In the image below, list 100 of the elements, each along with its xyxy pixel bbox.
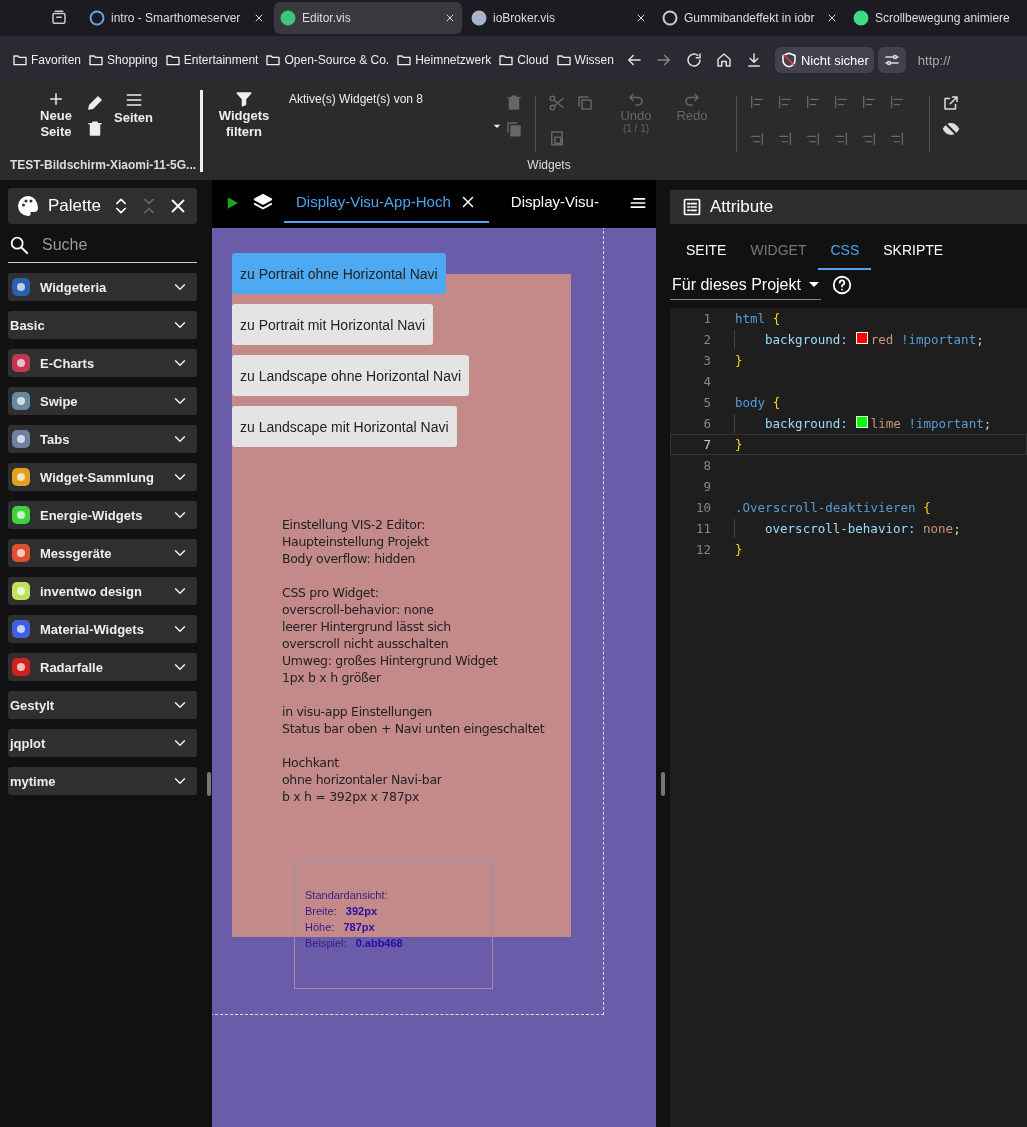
palette-category[interactable]: Tabs xyxy=(8,425,197,453)
palette-category[interactable]: mytime xyxy=(8,767,197,795)
plus-icon xyxy=(47,90,65,108)
folder-icon xyxy=(265,52,282,68)
site-icon xyxy=(471,10,487,26)
external-link-icon[interactable] xyxy=(942,94,960,112)
bookmark[interactable]: Entertainment xyxy=(164,52,259,68)
palette-category[interactable]: jqplot xyxy=(8,729,197,757)
new-page-button[interactable]: Neue Seite xyxy=(36,90,76,152)
browser-tab[interactable]: Editor.vis xyxy=(274,2,462,34)
line-number: 1 xyxy=(702,311,712,326)
bookmark[interactable]: Cloud xyxy=(498,52,549,68)
code-token: ; xyxy=(983,416,992,431)
palette-category[interactable]: E-Charts xyxy=(8,349,197,377)
trash-icon[interactable] xyxy=(86,120,104,138)
align-left-icon[interactable] xyxy=(749,94,765,110)
code-token: !important xyxy=(907,416,984,431)
bookmark[interactable]: Wissen xyxy=(555,52,614,68)
code-token: } xyxy=(735,353,743,368)
browser-tab[interactable]: Scrollbewegung animiere xyxy=(847,2,1016,34)
bookmark[interactable]: Shopping xyxy=(88,52,158,68)
folder-icon xyxy=(555,52,572,68)
folder-icon xyxy=(88,52,105,68)
category-icon xyxy=(10,352,32,374)
splitter-handle[interactable] xyxy=(661,772,665,796)
close-icon[interactable] xyxy=(635,12,647,24)
view-button[interactable]: zu Landscape mit Horizontal Navi xyxy=(232,406,457,447)
view-button[interactable]: zu Portrait ohne Horizontal Navi xyxy=(232,253,446,294)
paste-icon[interactable] xyxy=(548,129,566,147)
palette-category[interactable]: Swipe xyxy=(8,387,197,415)
line-number: 3 xyxy=(702,353,712,368)
address-field[interactable]: http:// xyxy=(917,52,951,68)
close-icon[interactable] xyxy=(253,12,265,24)
site-icon xyxy=(662,10,678,26)
info-row-text: Breite: 392px xyxy=(305,904,379,919)
palette-category[interactable]: Radarfalle xyxy=(8,653,197,681)
attributes-tab[interactable]: SKRIPTE xyxy=(871,230,956,270)
category-icon xyxy=(10,504,32,526)
line-number: 9 xyxy=(702,479,712,494)
home-icon[interactable] xyxy=(714,51,733,69)
scissors-icon[interactable] xyxy=(548,94,566,112)
line-number: 11 xyxy=(694,521,712,536)
reload-icon[interactable] xyxy=(684,51,703,69)
copy-icon[interactable] xyxy=(505,120,523,138)
folder-icon xyxy=(498,52,515,68)
line-number: 8 xyxy=(702,458,712,473)
pencil-icon[interactable] xyxy=(86,94,104,112)
search-field[interactable]: Suche xyxy=(8,228,197,263)
browser-tab[interactable]: intro - Smarthomeserver xyxy=(83,2,271,34)
code-token: { xyxy=(922,500,931,515)
close-icon[interactable] xyxy=(444,12,456,24)
palette-category[interactable]: Messgeräte xyxy=(8,539,197,567)
code-editor[interactable]: 1 html { 2 background: red !important; 3 } 4 5 body { 6 background: lime !important; 7 } 8 9 10 .Overscroll-deaktivieren { 11 overscroll-behavior: none; 12 } xyxy=(670,308,1027,1127)
palette-category[interactable]: Material-Widgets xyxy=(8,615,197,643)
splitter-handle[interactable] xyxy=(206,772,211,796)
pages-button[interactable]: Seiten xyxy=(114,90,153,152)
category-icon xyxy=(10,656,32,678)
widget-select[interactable]: Aktive(s) Widget(s) von 8 xyxy=(269,90,505,158)
bookmark[interactable]: Favoriten xyxy=(12,52,82,68)
view-button[interactable]: zu Landscape ohne Horizontal Navi xyxy=(232,355,470,396)
browser-tab[interactable]: Gummibandeffekt in iobr xyxy=(656,2,844,34)
folder-icon xyxy=(164,52,181,68)
browser-tab[interactable]: ioBroker.vis xyxy=(465,2,653,34)
view-button[interactable]: zu Portrait mit Horizontal Navi xyxy=(232,304,434,345)
code-token: } xyxy=(735,437,743,452)
code-token: ; xyxy=(953,521,961,536)
list-icon xyxy=(682,197,702,217)
palette-icon xyxy=(16,194,40,218)
category-icon xyxy=(10,276,32,298)
palette-category[interactable]: inventwo design xyxy=(8,577,197,605)
line-number: 10 xyxy=(694,500,712,515)
palette-category[interactable]: Widgeteria xyxy=(8,273,197,301)
align-right-icon[interactable] xyxy=(749,131,765,147)
bookmark[interactable]: Heimnetzwerk xyxy=(396,52,492,68)
security-badge[interactable]: Nicht sicher xyxy=(774,47,874,73)
code-token: lime xyxy=(870,416,901,431)
palette-category[interactable]: Energie-Widgets xyxy=(8,501,197,529)
eye-off-icon[interactable] xyxy=(942,120,960,138)
tab-list-icon[interactable] xyxy=(50,9,68,27)
code-token: { xyxy=(771,311,781,326)
code-token: html xyxy=(735,311,766,326)
help-icon[interactable] xyxy=(830,274,853,296)
view-tab[interactable]: Display-Visu-App-Hoch xyxy=(284,182,489,223)
filter-widgets-button[interactable]: Widgets filtern xyxy=(219,90,269,158)
site-icon xyxy=(89,10,105,26)
close-icon[interactable] xyxy=(826,12,838,24)
line-number: 12 xyxy=(694,542,712,557)
info-title: Standardansicht: xyxy=(305,888,389,903)
view-tab[interactable]: Display-Visu- xyxy=(498,182,611,223)
bookmark[interactable]: Open-Source & Co. xyxy=(265,52,390,68)
search-input[interactable]: Suche xyxy=(40,235,184,255)
attributes-tab[interactable]: CSS xyxy=(818,230,872,270)
code-token: overscroll-behavior: xyxy=(765,521,916,536)
attributes-tab[interactable]: SEITE xyxy=(674,230,739,270)
palette-category[interactable]: Gestylt xyxy=(8,691,197,719)
palette-category[interactable]: Widget-Sammlung xyxy=(8,463,197,491)
palette-category[interactable]: Basic xyxy=(8,311,197,339)
scope-select[interactable]: Für dieses Projekt xyxy=(670,270,821,300)
category-icon xyxy=(10,466,32,488)
category-icon xyxy=(10,580,32,602)
